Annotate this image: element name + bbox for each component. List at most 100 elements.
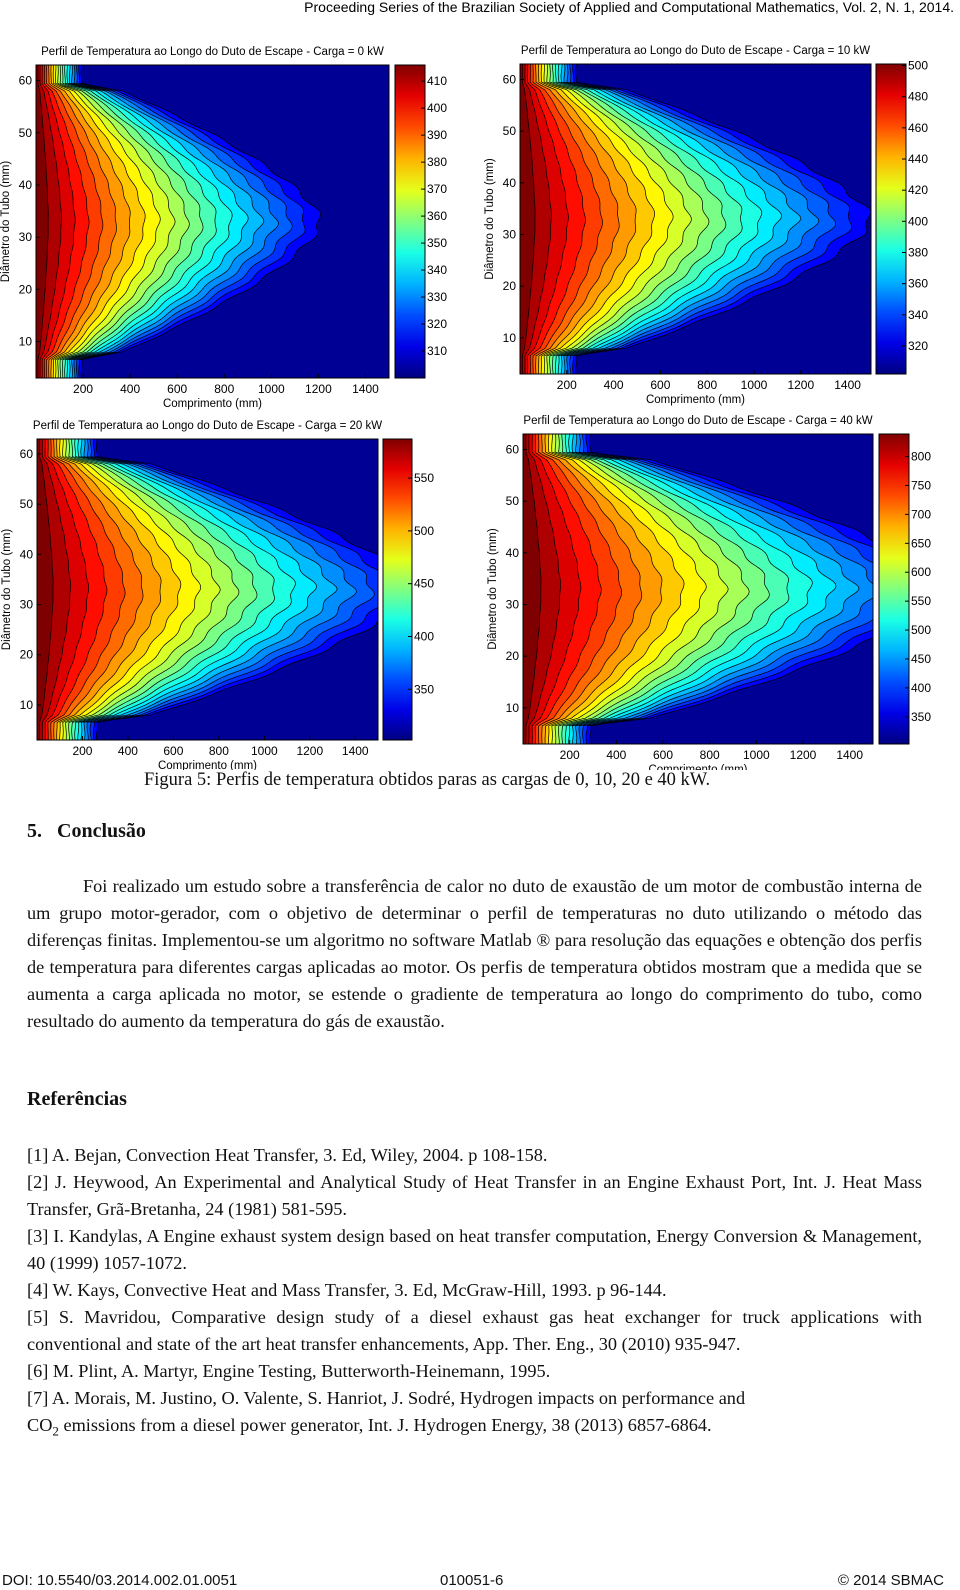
y-tick-label: 50 bbox=[506, 494, 520, 508]
colorbar-tick-label: 700 bbox=[911, 507, 931, 521]
x-tick-label: 400 bbox=[606, 748, 626, 762]
y-tick-label: 10 bbox=[20, 698, 34, 712]
x-tick-label: 1200 bbox=[305, 382, 332, 396]
colorbar bbox=[875, 63, 907, 375]
reference-7-rest: emissions from a diesel power generator,… bbox=[58, 1415, 712, 1435]
colorbar-tick-label: 550 bbox=[414, 471, 434, 485]
x-tick-label: 200 bbox=[72, 744, 92, 758]
colorbar-tick-label: 450 bbox=[911, 652, 931, 666]
x-tick-label: 600 bbox=[653, 748, 673, 762]
colorbar bbox=[394, 64, 426, 379]
reference-item: [4] W. Kays, Convective Heat and Mass Tr… bbox=[27, 1280, 667, 1300]
colorbar-tick-label: 500 bbox=[908, 59, 928, 73]
colorbar-tick-label: 380 bbox=[427, 155, 447, 169]
x-tick-label: 200 bbox=[560, 748, 580, 762]
colorbar-tick-label: 360 bbox=[427, 209, 447, 223]
footer-doi: DOI: 10.5540/03.2014.002.01.0051 bbox=[2, 1572, 238, 1589]
y-tick-label: 10 bbox=[506, 701, 520, 715]
reference-7-co: CO bbox=[27, 1415, 53, 1435]
y-tick-label: 10 bbox=[503, 331, 517, 345]
y-tick-label: 30 bbox=[20, 598, 34, 612]
x-tick-label: 1000 bbox=[741, 378, 768, 392]
y-tick-label: 50 bbox=[503, 124, 517, 138]
y-axis-label: Diâmetro do Tubo (mm) bbox=[0, 161, 12, 283]
y-tick-label: 10 bbox=[19, 334, 33, 348]
reference-item: [5] S. Mavridou, Comparative design stud… bbox=[27, 1307, 922, 1354]
colorbar bbox=[878, 433, 910, 745]
colorbar-tick-label: 460 bbox=[908, 121, 928, 135]
x-tick-label: 600 bbox=[163, 744, 183, 758]
colorbar-tick-label: 340 bbox=[427, 263, 447, 277]
x-tick-label: 800 bbox=[700, 748, 720, 762]
colorbar-tick-label: 350 bbox=[414, 682, 434, 696]
section-heading-conclusao: 5. Conclusão bbox=[27, 820, 146, 842]
plot-title: Perfil de Temperatura ao Longo do Duto d… bbox=[33, 420, 382, 432]
colorbar-tick-label: 320 bbox=[908, 339, 928, 353]
x-tick-label: 800 bbox=[209, 744, 229, 758]
colorbar-tick-label: 450 bbox=[414, 577, 434, 591]
colorbar-tick-label: 320 bbox=[427, 317, 447, 331]
reference-item: [7] A. Morais, M. Justino, O. Valente, S… bbox=[27, 1385, 922, 1445]
x-tick-label: 1200 bbox=[787, 378, 814, 392]
x-tick-label: 1400 bbox=[352, 382, 379, 396]
colorbar-tick-label: 340 bbox=[908, 308, 928, 322]
colorbar bbox=[382, 438, 413, 741]
references-heading: Referências bbox=[27, 1088, 127, 1110]
colorbar-tick-label: 410 bbox=[427, 74, 447, 88]
x-tick-label: 600 bbox=[167, 382, 187, 396]
colorbar-tick-label: 400 bbox=[414, 629, 434, 643]
figure-caption: Figura 5: Perfis de temperatura obtidos … bbox=[144, 770, 711, 790]
y-axis-label: Diâmetro do Tubo (mm) bbox=[1, 529, 13, 651]
y-tick-label: 40 bbox=[506, 546, 520, 560]
y-tick-label: 40 bbox=[503, 176, 517, 190]
colorbar-tick-label: 370 bbox=[427, 182, 447, 196]
x-tick-label: 1000 bbox=[251, 744, 278, 758]
contour-field bbox=[36, 65, 389, 378]
x-tick-label: 1400 bbox=[834, 378, 861, 392]
colorbar-tick-label: 400 bbox=[908, 214, 928, 228]
plot-title: Perfil de Temperatura ao Longo do Duto d… bbox=[41, 46, 384, 58]
contour-plot-0: Perfil de Temperatura ao Longo do Duto d… bbox=[0, 46, 447, 410]
x-tick-label: 400 bbox=[118, 744, 138, 758]
colorbar-tick-label: 800 bbox=[911, 450, 931, 464]
colorbar-tick-label: 350 bbox=[911, 710, 931, 724]
y-tick-label: 40 bbox=[19, 178, 33, 192]
y-tick-label: 60 bbox=[506, 443, 520, 457]
x-tick-label: 800 bbox=[697, 378, 717, 392]
x-tick-label: 1400 bbox=[836, 748, 863, 762]
colorbar-tick-label: 420 bbox=[908, 183, 928, 197]
conclusion-paragraph: Foi realizado um estudo sobre a transfer… bbox=[27, 876, 922, 1031]
colorbar-tick-label: 390 bbox=[427, 128, 447, 142]
colorbar-tick-label: 310 bbox=[427, 344, 447, 358]
x-tick-label: 200 bbox=[73, 382, 93, 396]
contour-plot-2: Perfil de Temperatura ao Longo do Duto d… bbox=[1, 420, 434, 770]
colorbar-tick-label: 350 bbox=[427, 236, 447, 250]
contour-plot-3: Perfil de Temperatura ao Longo do Duto d… bbox=[487, 415, 931, 770]
y-tick-label: 20 bbox=[19, 282, 33, 296]
footer-copyright: © 2014 SBMAC bbox=[837, 1572, 944, 1589]
y-tick-label: 60 bbox=[503, 73, 517, 87]
y-tick-label: 20 bbox=[506, 649, 520, 663]
reference-7-line1: [7] A. Morais, M. Justino, O. Valente, S… bbox=[27, 1388, 746, 1408]
plot-title: Perfil de Temperatura ao Longo do Duto d… bbox=[523, 415, 872, 427]
colorbar-tick-label: 440 bbox=[908, 152, 928, 166]
footer-page-number: 010051-6 bbox=[440, 1572, 504, 1589]
x-tick-label: 1200 bbox=[296, 744, 323, 758]
y-tick-label: 30 bbox=[19, 230, 33, 244]
x-axis-label: Comprimento (mm) bbox=[158, 760, 257, 770]
reference-item: [6] M. Plint, A. Martyr, Engine Testing,… bbox=[27, 1361, 551, 1381]
y-tick-label: 50 bbox=[20, 497, 34, 511]
y-axis-label: Diâmetro do Tubo (mm) bbox=[484, 158, 496, 280]
plot-title: Perfil de Temperatura ao Longo do Duto d… bbox=[521, 45, 870, 57]
colorbar-tick-label: 600 bbox=[911, 565, 931, 579]
contour-field bbox=[520, 64, 871, 374]
y-tick-label: 40 bbox=[20, 547, 34, 561]
x-tick-label: 1000 bbox=[258, 382, 285, 396]
figure-5-contour-plots: Perfil de Temperatura ao Longo do Duto d… bbox=[0, 45, 931, 770]
colorbar-tick-label: 650 bbox=[911, 536, 931, 550]
references-list: [1] A. Bejan, Convection Heat Transfer, … bbox=[27, 1142, 922, 1445]
x-tick-label: 1200 bbox=[790, 748, 817, 762]
colorbar-tick-label: 400 bbox=[911, 681, 931, 695]
x-axis-label: Comprimento (mm) bbox=[646, 394, 745, 406]
x-tick-label: 600 bbox=[650, 378, 670, 392]
